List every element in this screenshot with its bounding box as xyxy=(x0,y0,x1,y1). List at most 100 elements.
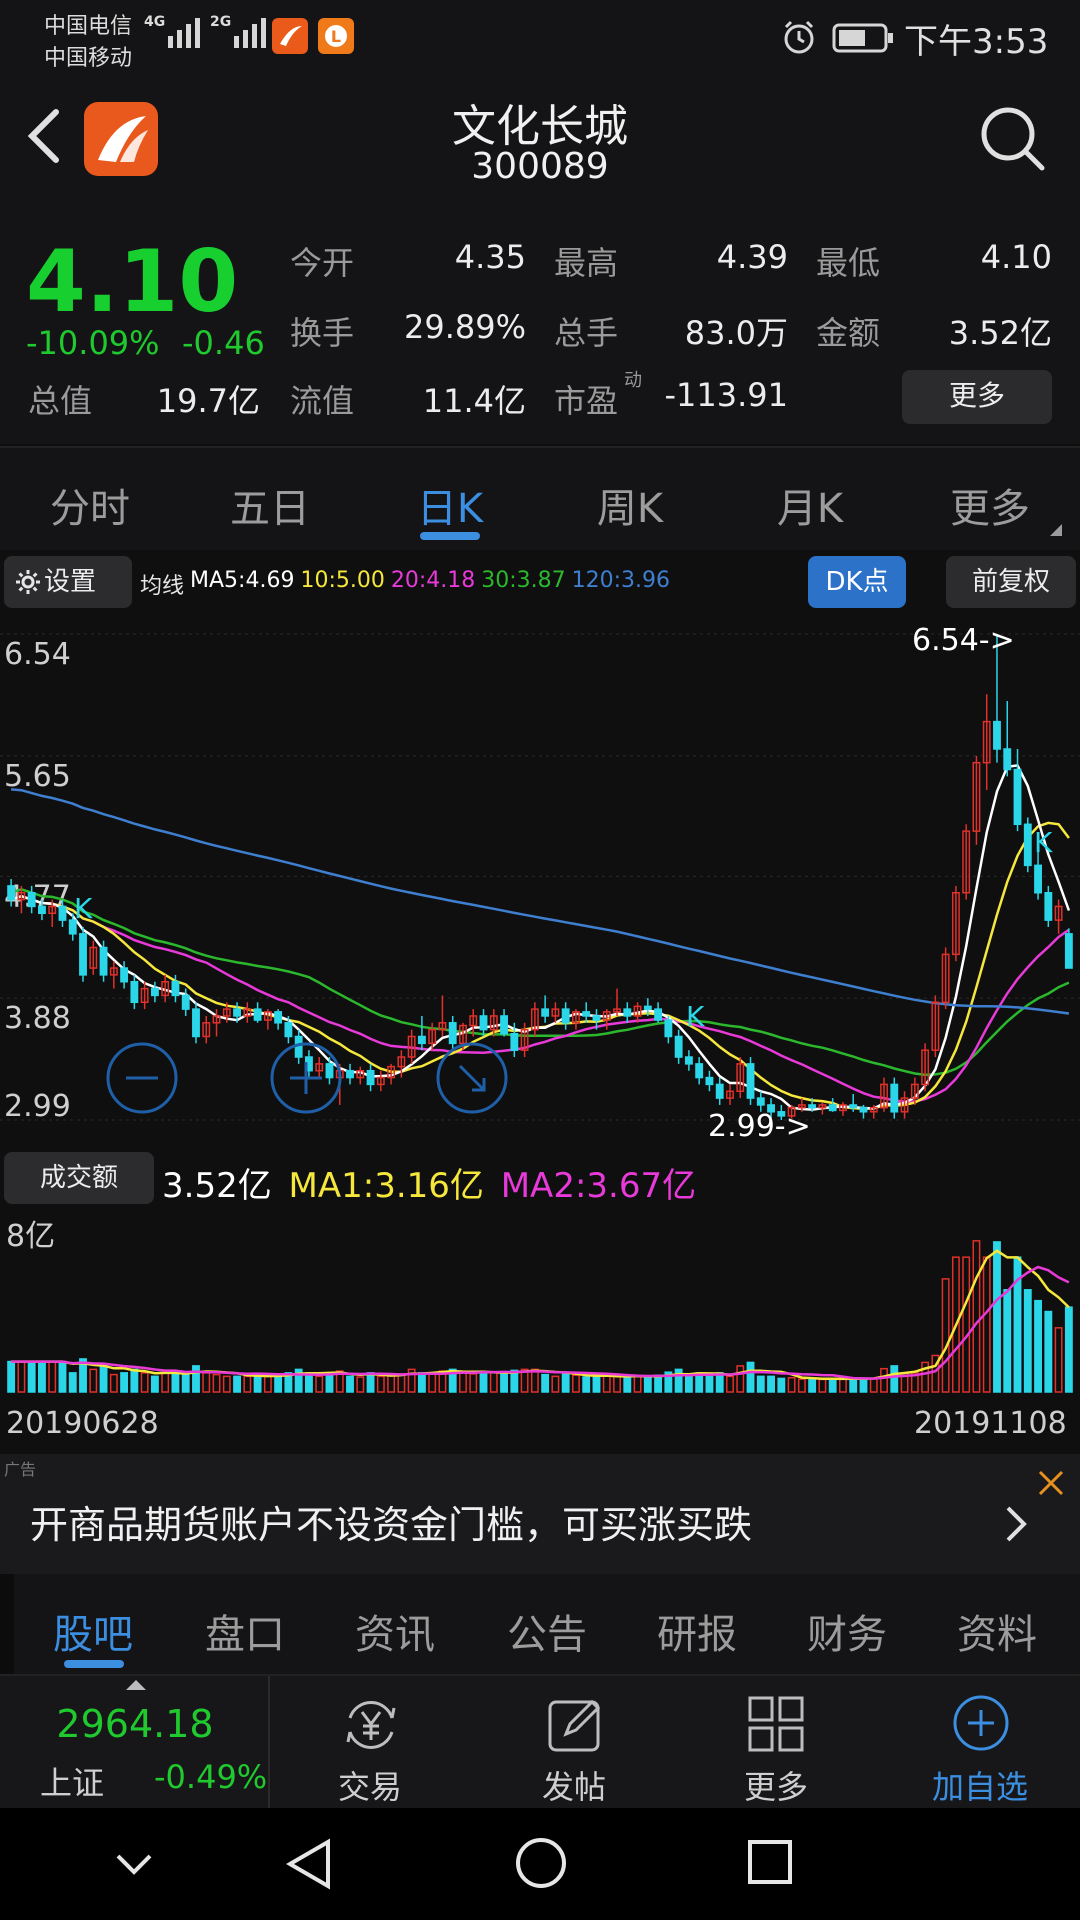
amount-value: 3.52亿 xyxy=(948,314,1052,352)
add-watchlist-label: 加自选 xyxy=(931,1768,1028,1806)
candle xyxy=(643,1005,652,1010)
volume-bar xyxy=(346,1375,354,1393)
candle xyxy=(58,905,67,921)
volume-bar xyxy=(150,1375,159,1393)
volume-legend: 成交额 3.52亿 MA1:3.16亿 MA2:3.67亿 xyxy=(0,1148,1080,1210)
volume-bar xyxy=(869,1378,878,1393)
volume-bar xyxy=(1044,1310,1053,1393)
volume-bar xyxy=(171,1372,180,1393)
tab-daily-k[interactable]: 日K xyxy=(360,476,540,534)
dk-point-button[interactable]: DK点 xyxy=(808,556,906,608)
candle xyxy=(664,1019,673,1038)
adjust-price-button[interactable]: 前复权 xyxy=(946,556,1076,608)
change-percent: -10.09% xyxy=(26,324,160,362)
volume-axis-label: 8亿 xyxy=(6,1219,55,1254)
tab-news[interactable]: 资讯 xyxy=(332,1602,458,1660)
candle xyxy=(859,1106,868,1113)
volume-bar xyxy=(602,1375,611,1393)
volume-bar xyxy=(1064,1306,1073,1393)
ad-text: 开商品期货账户不设资金门槛，可买涨买跌 xyxy=(30,1503,753,1547)
nav-hide-button[interactable] xyxy=(112,1842,156,1890)
tab-financials[interactable]: 财务 xyxy=(784,1602,910,1660)
volume-bar xyxy=(479,1372,488,1393)
close-icon xyxy=(1038,1470,1064,1496)
add-watchlist-button[interactable]: 加自选 xyxy=(900,1676,1060,1810)
candle xyxy=(130,980,139,1004)
tab-weekly-k[interactable]: 周K xyxy=(540,476,720,534)
volume-bar xyxy=(828,1377,837,1393)
status-bar: 中国电信 中国移动 4G 2G L 下午3:53 xyxy=(0,0,1080,74)
y-tick-label: 2.99 xyxy=(4,1089,71,1124)
volume-indicator-button[interactable]: 成交额 xyxy=(4,1152,154,1204)
app-notification-icon xyxy=(272,18,308,54)
volume-bar xyxy=(551,1375,560,1393)
volume-bar xyxy=(428,1372,437,1393)
tab-forum[interactable]: 股吧 xyxy=(30,1602,156,1660)
volume-bar xyxy=(962,1256,971,1393)
tab-announcements[interactable]: 公告 xyxy=(484,1602,610,1660)
turnover-value: 29.89% xyxy=(403,308,526,346)
volume-bar xyxy=(48,1360,57,1393)
clock: 下午3:53 xyxy=(904,22,1049,62)
tab-five-day[interactable]: 五日 xyxy=(180,476,360,534)
candle xyxy=(38,905,46,915)
candle xyxy=(417,1035,426,1045)
trade-button[interactable]: 交易 xyxy=(290,1676,450,1810)
volume-bar xyxy=(469,1373,478,1393)
candle xyxy=(233,1008,241,1017)
volume-bar xyxy=(674,1368,683,1393)
bottom-nav: 2964.18 上证 -0.49% 交易 发帖 更多 加自选 xyxy=(0,1674,1080,1810)
high-label: 最高 xyxy=(554,244,619,282)
candle xyxy=(500,1015,508,1035)
network-type-2: 2G xyxy=(210,14,232,30)
index-ticker[interactable]: 2964.18 上证 -0.49% xyxy=(0,1676,270,1810)
volume-value: 83.0万 xyxy=(684,314,788,352)
volume-chart[interactable]: 8亿 xyxy=(0,1210,1080,1394)
volume-current: 3.52亿 xyxy=(162,1166,272,1206)
kline-chart[interactable]: 6.54 5.65 4.77 3.88 2.99 6.54-> 2.99-> K K K xyxy=(0,614,1080,1148)
post-button[interactable]: 发帖 xyxy=(494,1676,654,1810)
candle xyxy=(510,1033,519,1051)
volume-ma2-line xyxy=(11,1265,1070,1380)
scroll-latest-button[interactable] xyxy=(436,1042,508,1114)
zoom-out-button[interactable] xyxy=(106,1042,178,1114)
candle xyxy=(746,1063,755,1099)
alarm-icon xyxy=(780,18,818,60)
ma5-legend: MA5:4.69 xyxy=(190,568,295,593)
ad-close-button[interactable] xyxy=(1036,1468,1066,1502)
signal-2-icon: 2G xyxy=(210,14,266,48)
index-name: 上证 xyxy=(40,1764,105,1802)
candle xyxy=(705,1076,714,1086)
carrier-1: 中国电信 xyxy=(44,14,133,39)
tab-research[interactable]: 研报 xyxy=(634,1602,760,1660)
tab-monthly-k[interactable]: 月K xyxy=(720,476,900,534)
volume-ma2: MA2:3.67亿 xyxy=(500,1166,697,1206)
ad-tag: 广告 xyxy=(4,1460,37,1479)
search-button[interactable] xyxy=(976,102,1048,178)
volume-bar xyxy=(1054,1327,1063,1393)
post-label: 发帖 xyxy=(541,1768,606,1806)
candle xyxy=(1023,823,1032,867)
grid-icon xyxy=(748,1696,804,1752)
more-button[interactable]: 更多 xyxy=(696,1676,856,1810)
tab-orderbook[interactable]: 盘口 xyxy=(182,1602,308,1660)
volume-bar xyxy=(756,1375,765,1393)
settings-button[interactable]: 设置 xyxy=(4,556,132,608)
volume-bar xyxy=(849,1377,858,1393)
candle xyxy=(695,1063,704,1079)
volume-bar xyxy=(417,1372,426,1393)
candle xyxy=(7,885,16,901)
ad-banner[interactable]: 广告 开商品期货账户不设资金门槛，可买涨买跌 xyxy=(0,1454,1080,1574)
nav-back-button[interactable] xyxy=(284,1838,334,1894)
volume-bar xyxy=(192,1365,200,1393)
volume-bar xyxy=(325,1372,334,1393)
candle xyxy=(1034,864,1042,894)
tab-intraday[interactable]: 分时 xyxy=(0,476,180,534)
candle xyxy=(1064,933,1073,969)
y-tick-label: 3.88 xyxy=(4,1001,71,1036)
nav-home-button[interactable] xyxy=(514,1836,568,1894)
volume-bar xyxy=(767,1375,775,1393)
tab-profile[interactable]: 资料 xyxy=(934,1602,1060,1660)
nav-recents-button[interactable] xyxy=(746,1838,794,1890)
more-info-button[interactable]: 更多 xyxy=(902,370,1052,424)
